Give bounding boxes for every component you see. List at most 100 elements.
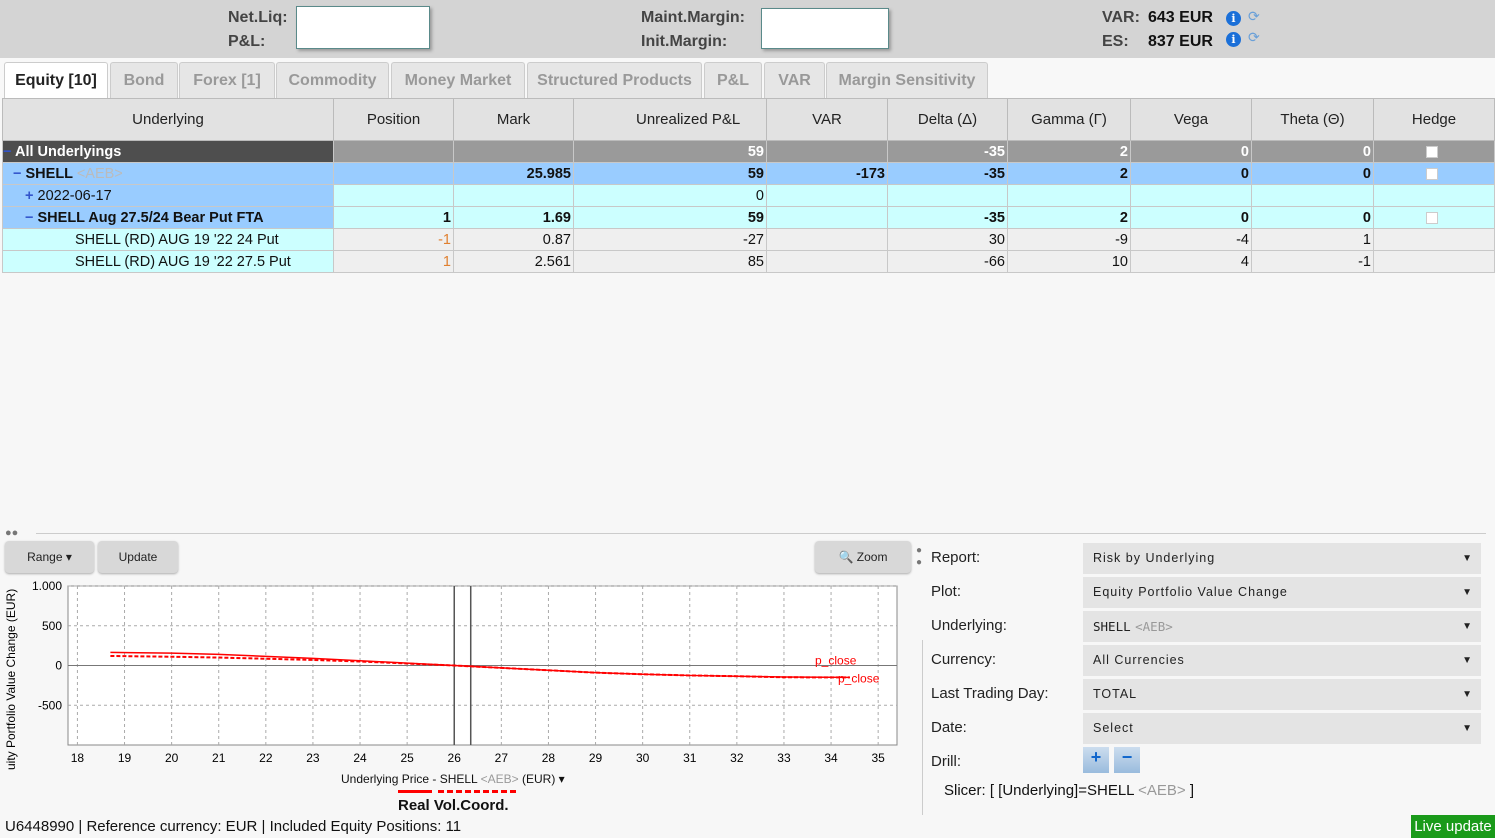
hedge-cell: [1373, 140, 1495, 163]
drill-down-button[interactable]: +: [1083, 747, 1109, 773]
zoom-button[interactable]: 🔍 Zoom: [815, 541, 911, 573]
x-tick-label: 27: [495, 751, 509, 765]
x-tick-label: 35: [871, 751, 885, 765]
underlying-cell: − All Underlyings: [2, 140, 334, 163]
chevron-down-icon: ▼: [1462, 621, 1473, 632]
control-dropdown[interactable]: Risk by Underlying ▼: [1083, 543, 1481, 574]
table-row[interactable]: − SHELL <AEB> 25.985 59 -173 -35 2 0 0: [2, 162, 1495, 185]
column-header[interactable]: Underlying: [2, 98, 334, 141]
vega-cell: 0: [1130, 140, 1252, 163]
tab-bar: Equity [10] Bond Forex [1] Commodity Mon…: [0, 58, 1495, 99]
hedge-checkbox[interactable]: [1426, 167, 1438, 180]
column-header[interactable]: Position: [333, 98, 454, 141]
underlying-cell: + 2022-06-17: [2, 184, 334, 207]
column-header[interactable]: VAR: [766, 98, 888, 141]
table-row[interactable]: + 2022-06-17 0: [2, 184, 1495, 207]
column-header[interactable]: Unrealized P&L: [573, 98, 767, 141]
es-label: ES:: [1102, 33, 1129, 50]
column-header[interactable]: Gamma (Γ): [1007, 98, 1131, 141]
control-dropdown[interactable]: SHELL <AEB> ▼: [1083, 611, 1481, 642]
tab-money-market[interactable]: Money Market: [391, 62, 525, 98]
vega-cell: 0: [1130, 162, 1252, 185]
divider: [922, 640, 923, 815]
position-cell: [333, 162, 454, 185]
upnl-cell: 85: [573, 250, 767, 273]
x-tick-label: 29: [589, 751, 603, 765]
delta-cell: -35: [887, 162, 1008, 185]
column-header[interactable]: Mark: [453, 98, 574, 141]
x-tick-label: 33: [777, 751, 791, 765]
expand-icon[interactable]: +: [25, 188, 38, 204]
underlying-name: SHELL (RD) AUG 19 '22 27.5 Put: [75, 253, 291, 270]
chevron-down-icon: ▼: [1462, 553, 1473, 564]
table-row[interactable]: SHELL (RD) AUG 19 '22 27.5 Put 1 2.561 85 -6…: [2, 250, 1495, 273]
refresh-icon[interactable]: ⟳: [1248, 8, 1260, 25]
x-tick-label: 21: [212, 751, 226, 765]
vega-cell: [1130, 184, 1252, 207]
gamma-cell: 2: [1007, 140, 1131, 163]
vega-cell: 0: [1130, 206, 1252, 229]
mark-cell: 1.69: [453, 206, 574, 229]
tab-pnl[interactable]: P&L: [704, 62, 762, 98]
control-dropdown[interactable]: All Currencies ▼: [1083, 645, 1481, 676]
tab-structured-products[interactable]: Structured Products: [527, 62, 702, 98]
column-header[interactable]: Hedge: [1373, 98, 1495, 141]
live-update-button[interactable]: Live update: [1411, 815, 1495, 838]
tab-forex[interactable]: Forex [1]: [179, 62, 275, 98]
column-header[interactable]: Vega: [1130, 98, 1252, 141]
x-tick-label: 31: [683, 751, 697, 765]
table-row[interactable]: SHELL (RD) AUG 19 '22 24 Put -1 0.87 -27 30-…: [2, 228, 1495, 251]
es-value: 837 EUR: [1148, 33, 1213, 50]
var-cell: [766, 228, 888, 251]
collapse-icon[interactable]: −: [25, 210, 38, 226]
mark-cell: [453, 184, 574, 207]
tab-bond[interactable]: Bond: [110, 62, 178, 98]
drill-up-button[interactable]: −: [1114, 747, 1140, 773]
chevron-down-icon: ▼: [1462, 655, 1473, 666]
exchange-label: <AEB>: [76, 165, 123, 182]
column-header[interactable]: Theta (Θ): [1251, 98, 1374, 141]
info-icon[interactable]: i: [1226, 32, 1241, 47]
zoom-label: Zoom: [856, 550, 888, 564]
tab-equity[interactable]: Equity [10]: [4, 62, 108, 99]
header-bar: Net.Liq: P&L: Maint.Margin: Init.Margin:…: [0, 0, 1495, 58]
info-icon[interactable]: i: [1226, 11, 1241, 26]
refresh-icon[interactable]: ⟳: [1248, 29, 1260, 46]
control-dropdown[interactable]: Equity Portfolio Value Change ▼: [1083, 577, 1481, 608]
theta-cell: 0: [1251, 206, 1374, 229]
underlying-cell: − SHELL Aug 27.5/24 Bear Put FTA: [2, 206, 334, 229]
theta-cell: -1: [1251, 250, 1374, 273]
theta-cell: 0: [1251, 140, 1374, 163]
control-dropdown[interactable]: Select ▼: [1083, 713, 1481, 744]
tab-commodity[interactable]: Commodity: [276, 62, 389, 98]
x-tick-label: 30: [636, 751, 650, 765]
var-value: 643 EUR: [1148, 9, 1213, 26]
x-tick-label: 20: [165, 751, 179, 765]
hedge-checkbox[interactable]: [1426, 211, 1438, 224]
x-axis-label[interactable]: Underlying Price - SHELL <AEB> (EUR) ▾: [341, 772, 565, 786]
tab-var[interactable]: VAR: [764, 62, 825, 98]
control-label: Underlying:: [931, 617, 1007, 634]
column-header[interactable]: Delta (Δ): [887, 98, 1008, 141]
init-margin-label: Init.Margin:: [641, 33, 728, 50]
range-button[interactable]: Range ▾: [5, 541, 94, 573]
delta-cell: -35: [887, 206, 1008, 229]
collapse-icon[interactable]: ●●: [5, 527, 18, 539]
status-text: U6448990 | Reference currency: EUR | Inc…: [5, 818, 462, 835]
upnl-cell: 59: [573, 140, 767, 163]
table-row[interactable]: − All Underlyings 59 -35 2 0 0: [2, 140, 1495, 163]
tab-margin-sensitivity[interactable]: Margin Sensitivity: [826, 62, 988, 98]
mark-cell: 2.561: [453, 250, 574, 273]
maint-margin-label: Maint.Margin:: [641, 9, 745, 26]
y-axis-label: uity Portfolio Value Change (EUR): [4, 589, 18, 770]
update-button[interactable]: Update: [98, 541, 178, 573]
panel-toggle-icon[interactable]: ● ●: [916, 545, 922, 569]
y-tick-label: 1.000: [32, 579, 62, 593]
hedge-checkbox[interactable]: [1426, 145, 1438, 158]
table-row[interactable]: − SHELL Aug 27.5/24 Bear Put FTA 1 1.69 59-…: [2, 206, 1495, 229]
legend-text: Real Vol.Coord.: [398, 797, 509, 814]
var-cell: [766, 206, 888, 229]
control-dropdown[interactable]: TOTAL ▼: [1083, 679, 1481, 710]
collapse-icon[interactable]: −: [13, 166, 26, 182]
collapse-icon[interactable]: −: [3, 144, 15, 160]
